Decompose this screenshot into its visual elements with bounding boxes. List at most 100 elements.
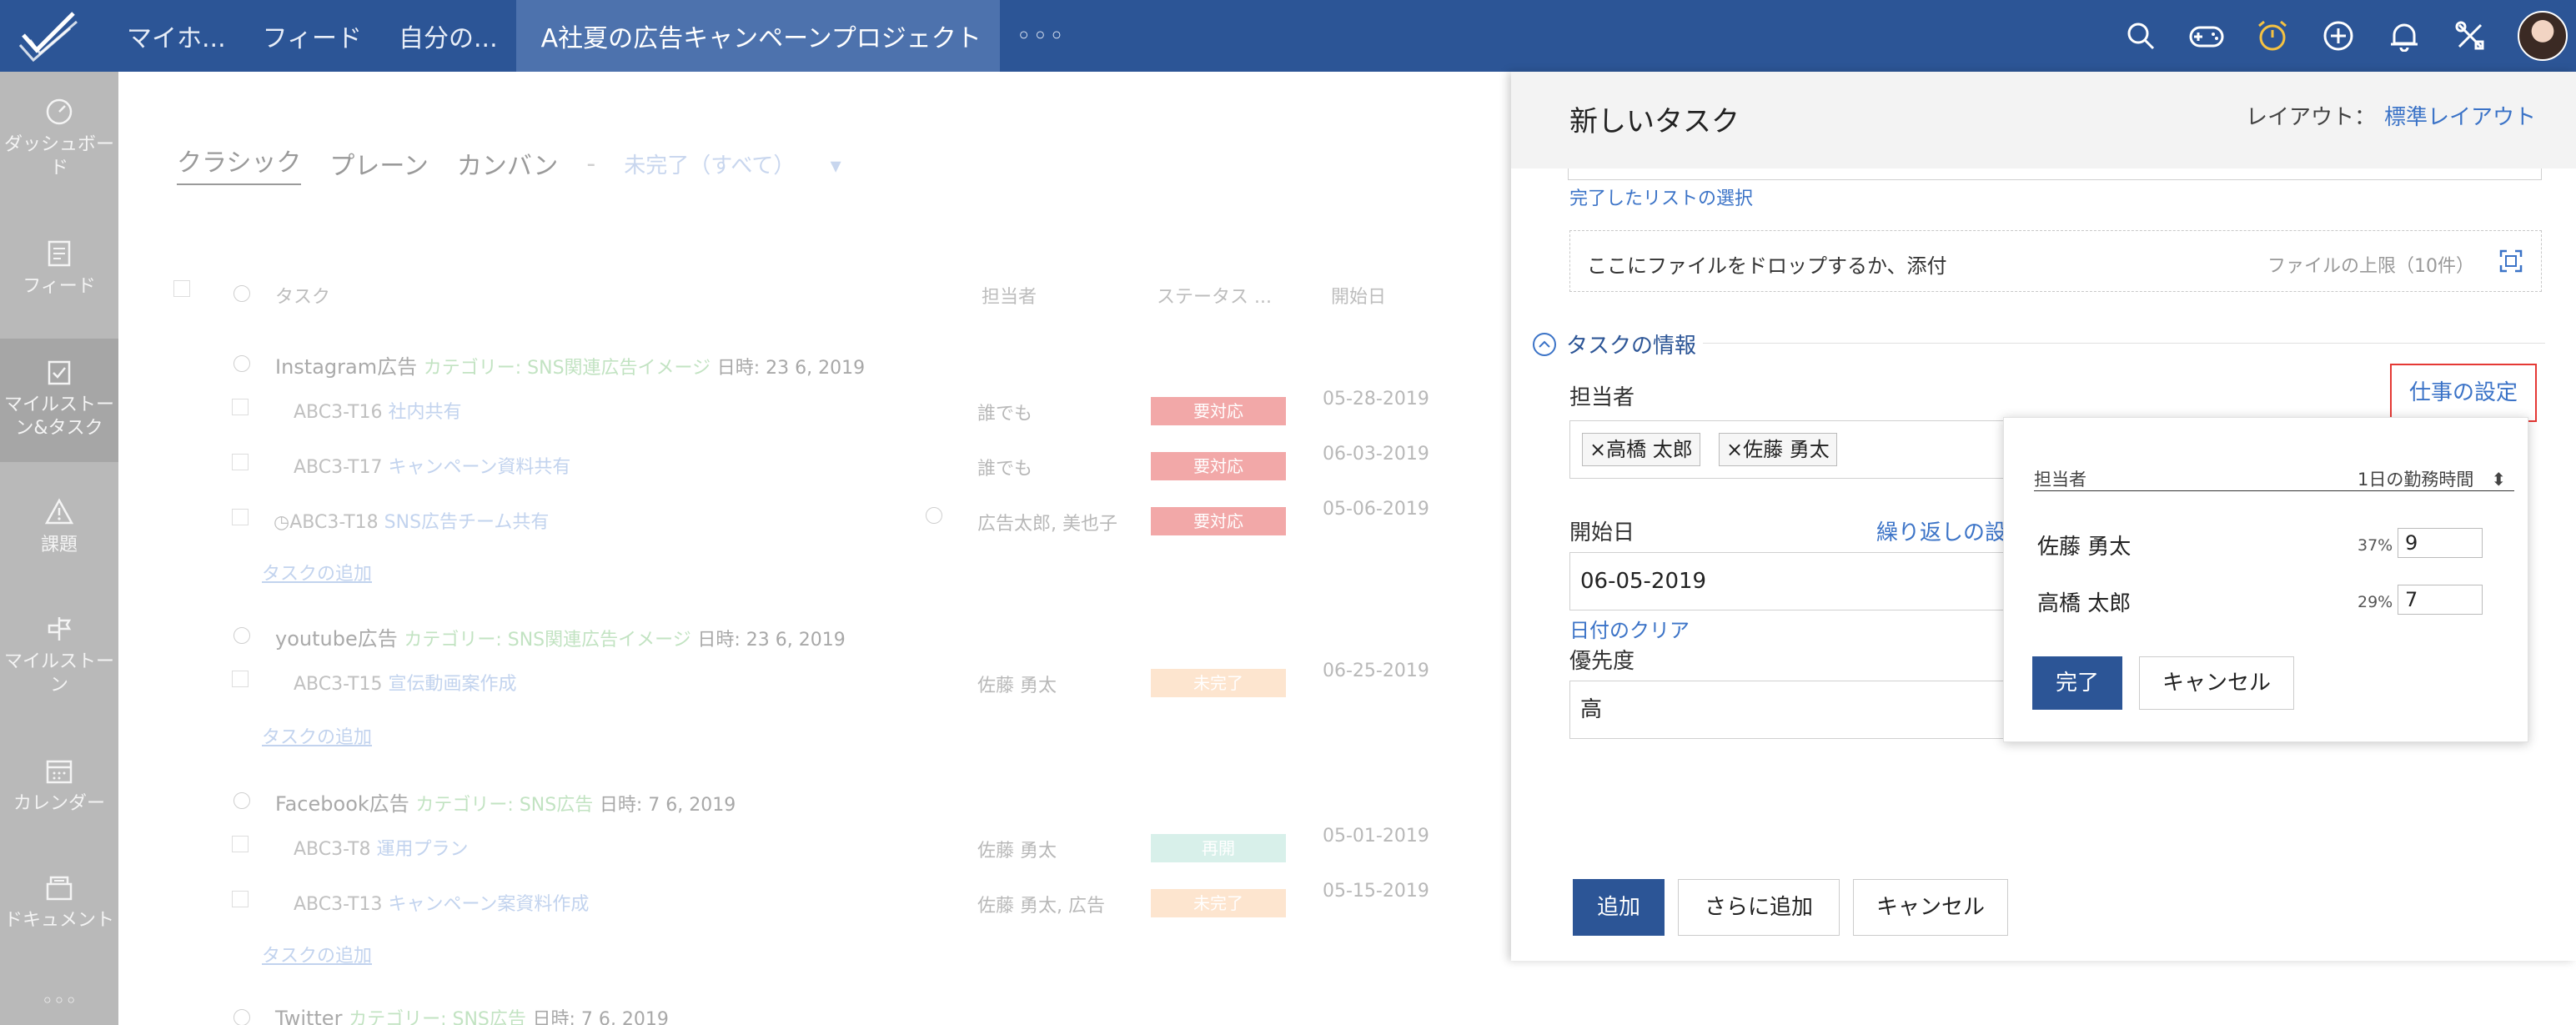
task-row-t13[interactable]: ABC3-T13 キャンペーン案資料作成: [294, 889, 589, 916]
timer-icon[interactable]: [2254, 18, 2291, 54]
task-name[interactable]: キャンペーン資料共有: [388, 457, 570, 478]
collapse-all-icon[interactable]: [233, 285, 250, 302]
task-name[interactable]: キャンペーン案資料作成: [388, 894, 589, 915]
more-menu-icon[interactable]: ◦◦◦: [1000, 0, 1082, 72]
group-name: youtube広告: [275, 627, 398, 651]
file-dropzone[interactable]: ここにファイルをドロップするか、添付 ファイルの上限（10件）: [1569, 230, 2542, 292]
add-button[interactable]: 追加: [1573, 879, 1665, 936]
row-checkbox[interactable]: [232, 891, 249, 907]
nav-current-project[interactable]: A社夏の広告キャンペーンプロジェクト: [515, 0, 1000, 72]
row-checkbox[interactable]: [232, 836, 249, 852]
priority-select[interactable]: 高: [1569, 681, 2036, 739]
task-row-t16[interactable]: ABC3-T16 社内共有: [294, 397, 461, 424]
daily-hours-input[interactable]: 9: [2398, 528, 2483, 558]
popup-col-hours[interactable]: 1日の勤務時間 ⬍: [2358, 466, 2506, 491]
layout-link[interactable]: 標準レイアウト: [2384, 105, 2536, 130]
add-icon[interactable]: [2320, 18, 2357, 54]
task-name[interactable]: SNS広告チーム共有: [384, 512, 550, 533]
status-badge[interactable]: 要対応: [1151, 397, 1286, 425]
attach-expand-icon[interactable]: [2498, 248, 2524, 274]
nav-my-work[interactable]: 自分の...: [380, 0, 516, 72]
task-row-t8[interactable]: ABC3-T8 運用プラン: [294, 834, 468, 861]
group-collapse-icon[interactable]: [233, 1009, 250, 1025]
status-badge[interactable]: 要対応: [1151, 452, 1286, 480]
row-checkbox[interactable]: [232, 399, 249, 415]
group-facebook[interactable]: Facebook広告 カテゴリー: SNS広告 日時: 7 6, 2019: [275, 787, 736, 816]
group-collapse-icon[interactable]: [233, 792, 250, 809]
group-date: 日時: 7 6, 2019: [599, 795, 736, 816]
column-settings-icon[interactable]: [173, 280, 190, 297]
view-plain[interactable]: プレーン: [329, 145, 429, 182]
priority-label: 優先度: [1569, 649, 1635, 674]
row-checkbox[interactable]: [232, 509, 249, 525]
group-collapse-icon[interactable]: [233, 627, 250, 644]
start-date-field[interactable]: 06-05-2019: [1569, 552, 2036, 610]
task-row-t15[interactable]: ABC3-T15 宣伝動画案作成: [294, 669, 516, 696]
sidebar-item-label: カレンダー: [13, 793, 105, 814]
sidebar-item-tasks[interactable]: マイルストーン&タスク: [0, 339, 118, 462]
group-youtube[interactable]: youtube広告 カテゴリー: SNS関連広告イメージ 日時: 23 6, 2…: [275, 622, 846, 651]
group-instagram[interactable]: Instagram広告 カテゴリー: SNS関連広告イメージ 日時: 23 6,…: [275, 350, 865, 379]
popup-cancel-button[interactable]: キャンセル: [2139, 656, 2294, 710]
work-setting-popup: 担当者 1日の勤務時間 ⬍ 佐藤 勇太 37% 9 高橋 太郎 29% 7 完了…: [2003, 417, 2528, 742]
cancel-button[interactable]: キャンセル: [1853, 879, 2008, 936]
add-more-button[interactable]: さらに追加: [1678, 879, 1840, 936]
add-task-link[interactable]: タスクの追加: [262, 559, 372, 585]
sort-icon: ⬍: [2491, 470, 2506, 490]
row-checkbox[interactable]: [232, 671, 249, 687]
remove-tag-icon[interactable]: ×: [1726, 438, 1743, 461]
nav-feed[interactable]: フィード: [244, 0, 380, 72]
status-badge[interactable]: 要対応: [1151, 507, 1286, 535]
task-info-section-toggle[interactable]: タスクの情報: [1533, 329, 1696, 359]
repeat-setting-link[interactable]: 繰り返しの設: [1876, 515, 2006, 546]
row-checkbox[interactable]: [232, 454, 249, 470]
gamepad-icon[interactable]: [2188, 18, 2225, 54]
add-task-link[interactable]: タスクの追加: [262, 722, 372, 749]
select-done-list-link[interactable]: 完了したリストの選択: [1569, 183, 1753, 210]
app-logo-icon[interactable]: [18, 7, 82, 65]
sidebar-item-dashboard[interactable]: ダッシュボード: [0, 97, 118, 180]
status-badge[interactable]: 再開: [1151, 834, 1286, 862]
popup-done-button[interactable]: 完了: [2032, 656, 2122, 710]
clear-date-link[interactable]: 日付のクリア: [1569, 614, 1690, 643]
group-twitter[interactable]: Twitter カテゴリー: SNS広告 日時: 7 6, 2019: [275, 1004, 669, 1025]
tools-icon[interactable]: [2452, 18, 2488, 54]
assignee-input[interactable]: ×高橋 太郎 ×佐藤 勇太: [1569, 420, 2036, 479]
group-collapse-icon[interactable]: [233, 355, 250, 372]
user-avatar[interactable]: [2518, 11, 2568, 61]
status-badge[interactable]: 未完了: [1151, 669, 1286, 697]
group-name: Twitter: [275, 1007, 343, 1025]
sidebar-item-document[interactable]: ドキュメント: [0, 872, 118, 932]
task-row-t17[interactable]: ABC3-T17 キャンペーン資料共有: [294, 452, 570, 479]
status-badge[interactable]: 未完了: [1151, 889, 1286, 917]
search-icon[interactable]: [2122, 18, 2159, 54]
task-owner: 誰でも: [977, 404, 1033, 425]
daily-hours-input[interactable]: 7: [2398, 585, 2483, 615]
sidebar-item-feed[interactable]: フィード: [0, 239, 118, 299]
add-task-link[interactable]: タスクの追加: [262, 941, 372, 967]
remove-tag-icon[interactable]: ×: [1589, 438, 1606, 461]
sidebar-item-label: フィード: [23, 276, 96, 297]
sidebar-item-milestone[interactable]: マイルストーン: [0, 614, 118, 697]
task-id: ABC3-T17: [294, 457, 383, 478]
task-name[interactable]: 社内共有: [388, 402, 461, 423]
nav-my-home[interactable]: マイホ...: [108, 0, 244, 72]
work-setting-link[interactable]: 仕事の設定: [2390, 364, 2537, 422]
list-field[interactable]: [1568, 168, 2542, 180]
task-owner: 誰でも: [977, 459, 1033, 480]
section-divider: [1703, 343, 2545, 344]
view-classic[interactable]: クラシック: [177, 142, 302, 185]
view-kanban[interactable]: カンバン: [457, 145, 559, 182]
task-row-t18[interactable]: ◷ABC3-T18 SNS広告チーム共有: [274, 507, 549, 534]
task-name[interactable]: 宣伝動画案作成: [388, 674, 516, 695]
sidebar-item-issues[interactable]: 課題: [0, 497, 118, 557]
bell-icon[interactable]: [2386, 18, 2423, 54]
status-filter-dropdown[interactable]: 未完了（すべて） ▾: [624, 148, 841, 179]
task-start-date: 06-03-2019: [1323, 444, 1429, 465]
assignee-tag[interactable]: ×高橋 太郎: [1582, 433, 1700, 466]
sidebar-item-calendar[interactable]: カレンダー: [0, 756, 118, 816]
assignee-tag[interactable]: ×佐藤 勇太: [1719, 433, 1837, 466]
sidebar-more-icon[interactable]: ◦◦◦: [0, 989, 118, 1012]
sync-icon[interactable]: [926, 507, 942, 524]
task-name[interactable]: 運用プラン: [376, 839, 468, 860]
